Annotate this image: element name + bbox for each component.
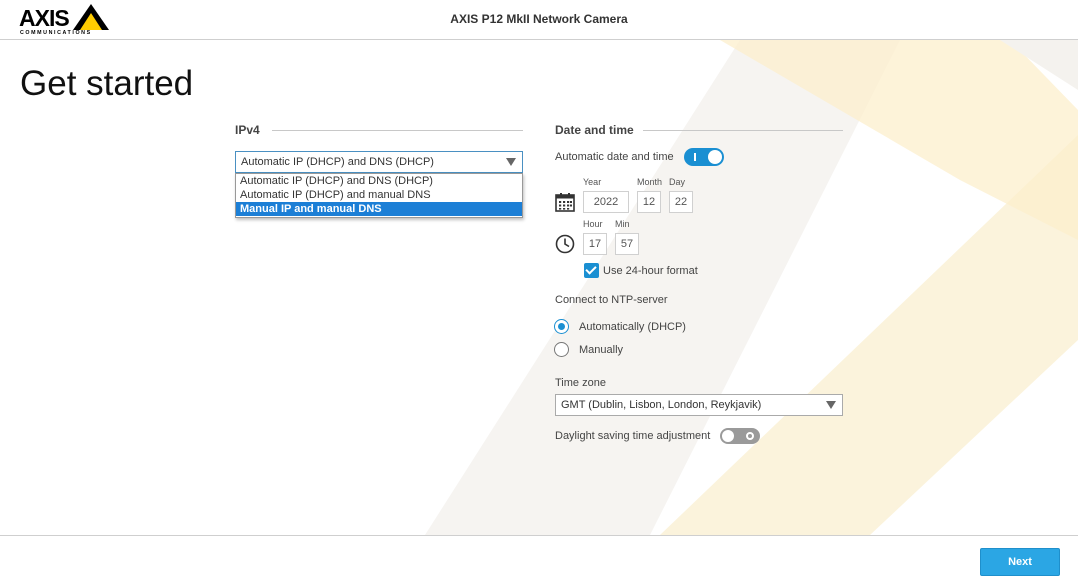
use-24h-checkbox[interactable] [584,263,599,278]
month-label: Month [637,177,663,187]
toggle-knob [708,150,722,164]
dst-label: Daylight saving time adjustment [555,430,711,442]
minute-label: Min [615,219,630,229]
ntp-auto-radio[interactable] [554,319,569,334]
auto-datetime-toggle[interactable] [684,148,724,166]
toggle-off-mark [746,432,754,440]
chevron-down-icon [506,158,516,166]
use-24h-label: Use 24-hour format [603,265,698,277]
next-button[interactable]: Next [980,548,1060,576]
ntp-manual-label: Manually [579,344,624,356]
dst-toggle[interactable] [720,428,760,444]
ipv4-heading: IPv4 [235,123,260,137]
minute-input[interactable]: 57 [615,233,639,255]
ipv4-mode-select[interactable]: Automatic IP (DHCP) and DNS (DHCP) [235,151,523,173]
timezone-label: Time zone [555,377,606,389]
calendar-icon [555,193,575,212]
year-input[interactable]: 2022 [583,191,629,213]
footer-divider [0,535,1078,536]
auto-datetime-label: Automatic date and time [555,151,674,163]
background-decoration [0,40,1078,535]
top-header: AXIS COMMUNICATIONS AXIS P12 MkII Networ… [0,0,1078,40]
datetime-heading: Date and time [555,123,634,137]
timezone-value: GMT (Dublin, Lisbon, London, Reykjavik) [561,399,762,411]
day-label: Day [669,177,686,187]
chevron-down-icon [826,401,836,409]
dropdown-option-manual-ip-dns[interactable]: Manual IP and manual DNS [236,202,522,216]
timezone-select[interactable]: GMT (Dublin, Lisbon, London, Reykjavik) [555,394,843,416]
ipv4-divider [272,130,523,131]
toggle-knob [722,430,734,442]
hour-input[interactable]: 17 [583,233,607,255]
datetime-divider [643,130,843,131]
ipv4-mode-dropdown: Automatic IP (DHCP) and DNS (DHCP) Autom… [235,173,523,218]
ntp-manual-radio[interactable] [554,342,569,357]
month-input[interactable]: 12 [637,191,661,213]
dropdown-option-dhcp-dhcp[interactable]: Automatic IP (DHCP) and DNS (DHCP) [236,174,522,188]
toggle-on-mark [694,153,696,161]
ntp-server-label: Connect to NTP-server [555,294,668,306]
clock-icon [555,234,575,254]
page-title: Get started [20,64,194,103]
ntp-auto-label: Automatically (DHCP) [579,321,686,333]
device-title: AXIS P12 MkII Network Camera [450,12,628,26]
logo-subtitle: COMMUNICATIONS [20,30,92,36]
year-label: Year [583,177,602,187]
day-input[interactable]: 22 [669,191,693,213]
ipv4-mode-value: Automatic IP (DHCP) and DNS (DHCP) [241,156,434,168]
dropdown-option-dhcp-manual-dns[interactable]: Automatic IP (DHCP) and manual DNS [236,188,522,202]
hour-label: Hour [583,219,603,229]
